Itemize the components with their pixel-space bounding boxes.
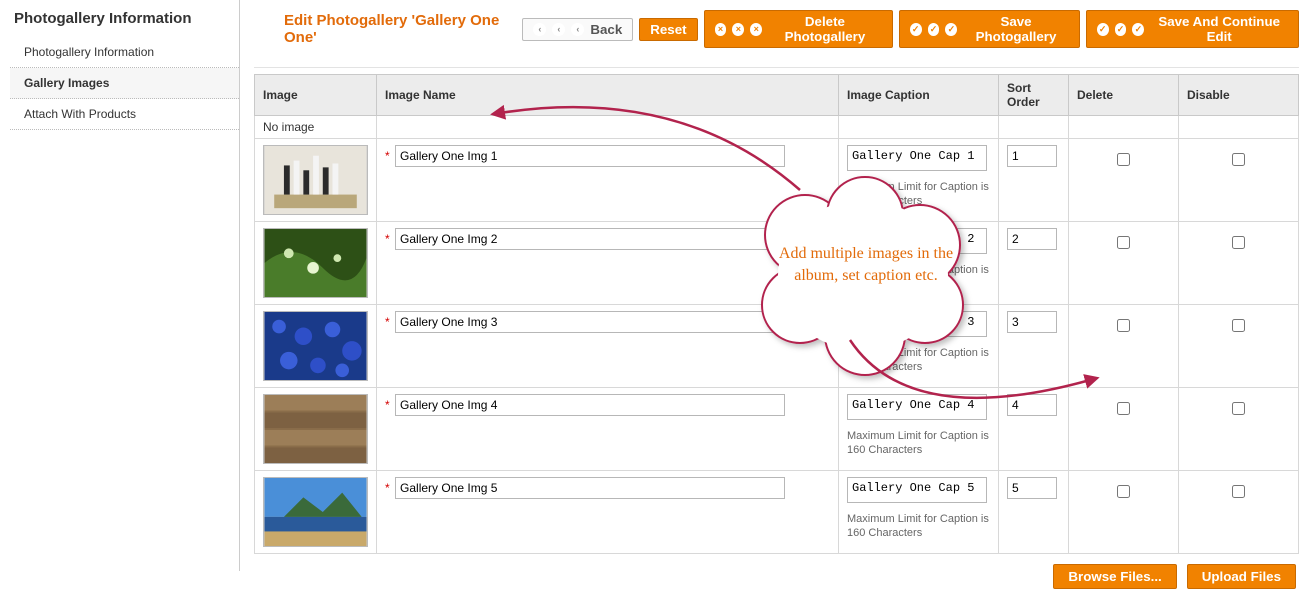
save-continue-button-label: Save And Continue Edit [1150,14,1288,44]
delete-checkbox[interactable] [1117,236,1130,249]
disable-checkbox[interactable] [1232,153,1245,166]
required-star-icon: * [385,398,390,412]
table-row: * Maximum Limit for Caption is 160 Chara… [255,139,1299,222]
check-icon: ✓ [1097,23,1109,36]
required-star-icon: * [385,149,390,163]
th-image: Image [255,75,377,116]
sort-order-input[interactable] [1007,394,1057,416]
footer-toolbar: Browse Files... Upload Files [254,554,1299,589]
image-thumbnail[interactable] [263,145,368,215]
caption-hint: Maximum Limit for Caption is 160 Charact… [847,512,990,541]
table-header-row: Image Image Name Image Caption Sort Orde… [255,75,1299,116]
check-icon: ✓ [1115,23,1127,36]
image-caption-input[interactable] [847,477,987,503]
check-icon: ✓ [945,23,957,36]
save-button-label: Save Photogallery [963,14,1068,44]
delete-checkbox[interactable] [1117,485,1130,498]
sort-order-input[interactable] [1007,145,1057,167]
disable-checkbox[interactable] [1232,236,1245,249]
save-continue-button[interactable]: ✓ ✓ ✓ Save And Continue Edit [1086,10,1299,48]
no-image-row: No image [255,116,1299,139]
sidebar-item-info[interactable]: Photogallery Information [10,37,239,68]
page-title: Edit Photogallery 'Gallery One One' [254,12,516,46]
table-row: * Maximum Limit for Caption is 160 Chara… [255,471,1299,554]
check-icon: ✓ [1132,23,1144,36]
disable-checkbox[interactable] [1232,319,1245,332]
reset-button[interactable]: Reset [639,18,697,41]
image-name-input[interactable] [395,311,785,333]
image-caption-input[interactable] [847,228,987,254]
image-caption-input[interactable] [847,394,987,420]
main-content: Edit Photogallery 'Gallery One One' ‹ ‹ … [240,0,1313,571]
sidebar-item-images[interactable]: Gallery Images [10,68,239,99]
caption-hint: Maximum Limit for Caption is 160 Charact… [847,180,990,209]
sort-order-input[interactable] [1007,228,1057,250]
delete-x-icon: × [715,23,727,36]
caption-hint: Maximum Limit for Caption is 160 Charact… [847,346,990,375]
back-button-label: Back [590,22,622,37]
th-name: Image Name [377,75,839,116]
delete-checkbox[interactable] [1117,402,1130,415]
required-star-icon: * [385,232,390,246]
header-divider [254,60,1299,68]
th-sort: Sort Order [999,75,1069,116]
image-name-input[interactable] [395,394,785,416]
image-caption-input[interactable] [847,311,987,337]
table-row: * Maximum Limit for Caption is 160 Chara… [255,222,1299,305]
delete-button-label: Delete Photogallery [768,14,882,44]
save-button[interactable]: ✓ ✓ ✓ Save Photogallery [899,10,1080,48]
back-arrow-icon: ‹ [552,23,565,36]
required-star-icon: * [385,481,390,495]
no-image-cell: No image [255,116,377,139]
th-disable: Disable [1179,75,1299,116]
image-thumbnail[interactable] [263,394,368,464]
image-name-input[interactable] [395,228,785,250]
sort-order-input[interactable] [1007,311,1057,333]
image-name-input[interactable] [395,477,785,499]
back-button[interactable]: ‹ ‹ ‹ Back [522,18,633,41]
sidebar: Photogallery Information Photogallery In… [0,0,240,571]
reset-button-label: Reset [650,22,686,37]
check-icon: ✓ [910,23,922,36]
browse-files-label: Browse Files... [1068,569,1161,584]
th-caption: Image Caption [839,75,999,116]
image-thumbnail[interactable] [263,311,368,381]
caption-hint: Maximum Limit for Caption is 160 Charact… [847,429,990,458]
table-row: * Maximum Limit for Caption is 160 Chara… [255,388,1299,471]
table-row: * Maximum Limit for Caption is 160 Chara… [255,305,1299,388]
delete-checkbox[interactable] [1117,153,1130,166]
upload-files-button[interactable]: Upload Files [1187,564,1296,589]
images-table: Image Image Name Image Caption Sort Orde… [254,74,1299,554]
sidebar-item-label: Photogallery Information [24,45,154,59]
header-toolbar: Edit Photogallery 'Gallery One One' ‹ ‹ … [254,0,1299,60]
browse-files-button[interactable]: Browse Files... [1053,564,1176,589]
sidebar-item-products[interactable]: Attach With Products [10,99,239,130]
disable-checkbox[interactable] [1232,485,1245,498]
delete-x-icon: × [732,23,744,36]
sidebar-title: Photogallery Information [10,10,239,37]
required-star-icon: * [385,315,390,329]
check-icon: ✓ [928,23,940,36]
delete-button[interactable]: × × × Delete Photogallery [704,10,893,48]
back-arrow-icon: ‹ [533,23,546,36]
sidebar-item-label: Attach With Products [24,107,136,121]
image-caption-input[interactable] [847,145,987,171]
image-thumbnail[interactable] [263,228,368,298]
delete-checkbox[interactable] [1117,319,1130,332]
th-delete: Delete [1069,75,1179,116]
sort-order-input[interactable] [1007,477,1057,499]
delete-x-icon: × [750,23,762,36]
disable-checkbox[interactable] [1232,402,1245,415]
upload-files-label: Upload Files [1202,569,1281,584]
back-arrow-icon: ‹ [571,23,584,36]
sidebar-item-label: Gallery Images [24,76,109,90]
image-name-input[interactable] [395,145,785,167]
image-thumbnail[interactable] [263,477,368,547]
caption-hint: Maximum Limit for Caption is 160 Charact… [847,263,990,292]
